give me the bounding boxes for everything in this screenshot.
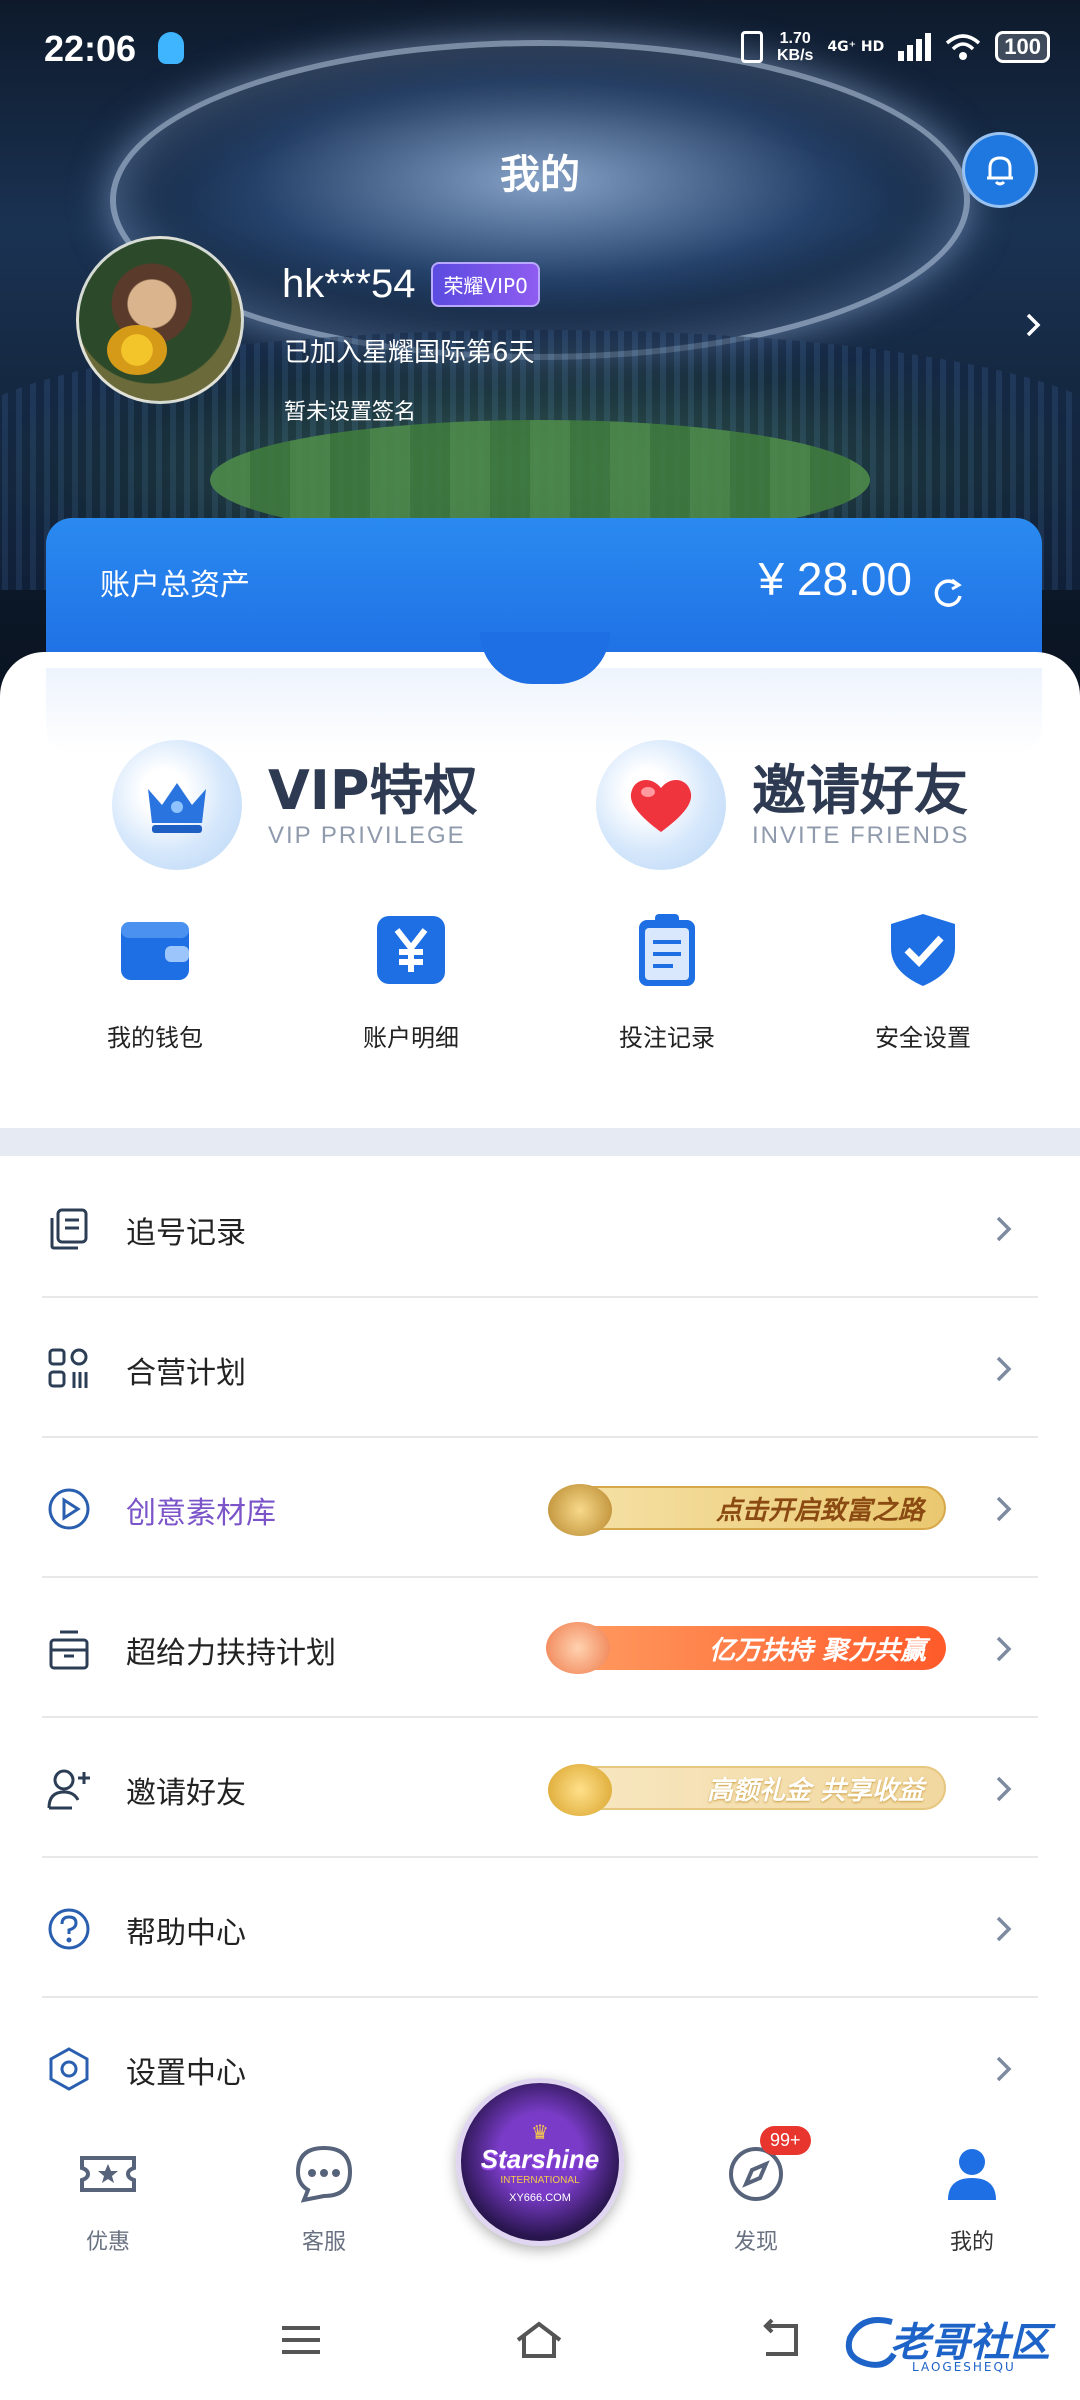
menu-label: 超给力扶持计划 — [126, 1636, 336, 1671]
invite-friends-subtitle: INVITE FRIENDS — [752, 822, 970, 849]
discover-badge: 99+ — [760, 2126, 811, 2155]
joined-days-text: 已加入星耀国际第6天 — [284, 338, 535, 368]
menu-label: 合营计划 — [126, 1356, 246, 1391]
heart-icon — [630, 779, 692, 832]
account-details-label: 账户明细 — [363, 1024, 459, 1052]
promo-banner[interactable]: 高额礼金 共享收益 — [548, 1764, 946, 1816]
add-user-icon — [47, 1769, 90, 1810]
settings-hex-icon — [49, 2047, 89, 2091]
chevron-right-icon — [996, 2056, 1012, 2082]
promo-banner[interactable]: 亿万扶持 聚力共赢 — [546, 1622, 946, 1674]
net-speed: 1.70 KB/s — [776, 30, 814, 64]
home-icon[interactable] — [514, 2318, 564, 2362]
status-bar: 22:06 1.70 KB/s 4G⁺ HD 100 — [0, 0, 1080, 100]
signal-icon — [898, 33, 932, 61]
notification-button[interactable] — [962, 132, 1038, 208]
qq-notification-icon — [158, 32, 184, 64]
invite-friends-promo-button[interactable]: 邀请好友 INVITE FRIENDS — [596, 740, 969, 870]
help-circle-icon — [48, 1908, 90, 1950]
coin-icon — [548, 1764, 612, 1816]
chevron-right-icon — [996, 1916, 1012, 1942]
chevron-right-icon — [996, 1776, 1012, 1802]
bet-records-button[interactable]: 投注记录 — [542, 910, 792, 1053]
menu-item-help-center[interactable]: 帮助中心 — [42, 1858, 1038, 1998]
menu-label: 设置中心 — [126, 2056, 246, 2091]
chevron-right-icon — [996, 1496, 1012, 1522]
gift-box-icon — [49, 1630, 89, 1670]
watermark-logo: 老哥社区 LAOGESHEQU — [842, 2310, 1072, 2380]
back-icon[interactable] — [756, 2318, 806, 2362]
menu-item-joint-plan[interactable]: 合营计划 — [42, 1298, 1038, 1438]
crown-icon: ♛ — [531, 2120, 549, 2144]
logo-text: Starshine — [480, 2144, 600, 2174]
nav-label: 优惠 — [85, 2230, 130, 2255]
grid-icon — [48, 1348, 88, 1388]
section-divider — [0, 1128, 1080, 1156]
vip-privilege-subtitle: VIP PRIVILEGE — [268, 822, 466, 849]
nav-label: 客服 — [301, 2230, 346, 2255]
wifi-icon — [946, 34, 981, 60]
menu-label: 邀请好友 — [126, 1776, 246, 1811]
handshake-icon — [546, 1622, 610, 1674]
play-circle-icon — [48, 1488, 90, 1530]
vip-privilege-title: VIP特权 — [268, 759, 478, 822]
username-row: hk***54 荣耀VIP0 — [282, 262, 540, 307]
menu-item-support-plan[interactable]: 超给力扶持计划 亿万扶持 聚力共赢 — [42, 1578, 1038, 1718]
nav-tab-offers[interactable]: 优惠 — [38, 2142, 178, 2256]
yen-icon — [377, 916, 445, 984]
wallet-icon — [121, 922, 189, 980]
coin-icon — [548, 1484, 612, 1536]
menu-item-creative-library[interactable]: 创意素材库 点击开启致富之路 — [42, 1438, 1038, 1578]
avatar[interactable] — [76, 236, 244, 404]
center-logo-button[interactable]: ♛ Starshine INTERNATIONAL XY666.COM — [456, 2078, 624, 2246]
page-title: 我的 — [500, 152, 580, 198]
vibrate-icon — [740, 31, 763, 63]
menu-label: 帮助中心 — [126, 1916, 246, 1951]
account-details-button[interactable]: 账户明细 — [286, 910, 536, 1053]
chevron-right-icon — [996, 1216, 1012, 1242]
watermark-subtext: LAOGESHEQU — [912, 2360, 1016, 2374]
chevron-right-icon — [996, 1356, 1012, 1382]
balance-value: ¥ 28.00 — [758, 553, 912, 605]
menu-item-invite-friends[interactable]: 邀请好友 高额礼金 共享收益 — [42, 1718, 1038, 1858]
security-settings-label: 安全设置 — [875, 1024, 971, 1052]
status-time: 22:06 — [44, 28, 137, 69]
chat-bubble-icon — [295, 2145, 353, 2203]
records-icon — [50, 1208, 88, 1250]
signature-text[interactable]: 暂未设置签名 — [284, 394, 416, 426]
crown-icon — [148, 783, 206, 833]
username: hk***54 — [282, 262, 416, 306]
nav-tab-mine[interactable]: 我的 — [902, 2142, 1042, 2256]
menu-item-tracking-records[interactable]: 追号记录 — [42, 1158, 1038, 1298]
bell-icon — [987, 156, 1013, 186]
nav-tab-discover[interactable]: 发现 — [686, 2142, 826, 2256]
security-settings-button[interactable]: 安全设置 — [798, 910, 1048, 1053]
screen: 22:06 1.70 KB/s 4G⁺ HD 100 我的 hk***54 荣耀… — [0, 0, 1080, 2400]
vip-privilege-button[interactable]: VIP特权 VIP PRIVILEGE — [112, 740, 477, 870]
wallet-label: 我的钱包 — [107, 1024, 203, 1052]
menu-label: 追号记录 — [126, 1216, 246, 1251]
chevron-right-icon — [996, 1636, 1012, 1662]
nav-label: 我的 — [949, 2230, 994, 2255]
vip-badge: 荣耀VIP0 — [431, 262, 540, 307]
bet-records-label: 投注记录 — [619, 1024, 715, 1052]
nav-label: 发现 — [733, 2230, 778, 2255]
menu-icon[interactable] — [276, 2318, 326, 2362]
user-icon — [948, 2149, 996, 2200]
battery-indicator: 100 — [995, 31, 1050, 63]
menu-label: 创意素材库 — [126, 1496, 276, 1531]
ticket-star-icon — [80, 2156, 136, 2192]
nav-tab-customer-service[interactable]: 客服 — [254, 2142, 394, 2256]
chevron-right-icon[interactable] — [1020, 312, 1046, 338]
promo-banner[interactable]: 点击开启致富之路 — [548, 1484, 946, 1536]
clipboard-icon — [639, 914, 695, 986]
wallet-button[interactable]: 我的钱包 — [30, 910, 280, 1053]
shield-check-icon — [891, 914, 955, 986]
network-type: 4G⁺ HD — [827, 39, 885, 55]
balance-label: 账户总资产 — [100, 568, 250, 603]
refresh-icon[interactable] — [930, 574, 966, 610]
invite-friends-title: 邀请好友 — [752, 759, 968, 822]
